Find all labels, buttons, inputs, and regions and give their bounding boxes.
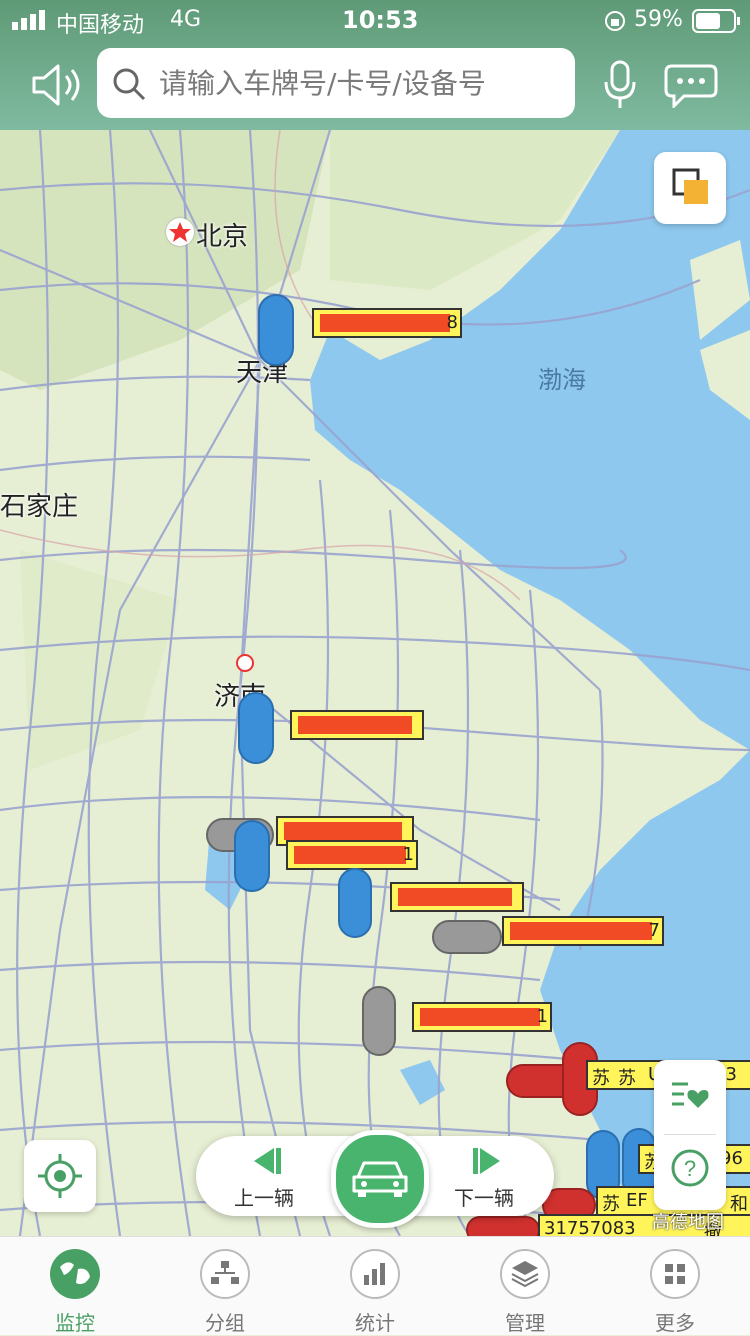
plate-text: EF (626, 1190, 648, 1211)
tab-manage[interactable]: 管理 (450, 1237, 600, 1335)
plate-text: 苏 (592, 1068, 610, 1089)
tab-label: 统计 (355, 1311, 395, 1335)
clock: 10:53 (342, 6, 419, 34)
tab-monitor[interactable]: 监控 (0, 1237, 150, 1335)
battery-percent: 59% (634, 7, 683, 32)
map-view[interactable]: 北京 天津 石家庄 济南 渤海 8 1 7 1 苏 苏 苏 96 苏 EF 和 … (0, 130, 750, 1236)
tab-statistics[interactable]: 统计 (300, 1237, 450, 1335)
plate-text: 31757083 (544, 1218, 636, 1236)
side-tools-panel: ? (654, 1060, 726, 1210)
redaction (320, 314, 450, 332)
status-bar: 中国移动 4G 10:53 59% (0, 0, 750, 42)
plate-text: 和 (730, 1194, 748, 1215)
vehicle-marker[interactable] (238, 692, 274, 764)
bar-chart-icon (350, 1249, 400, 1299)
plate-text: 苏 (618, 1068, 636, 1089)
map-attribution: 高德地图 (652, 1212, 724, 1233)
favorite-list-icon[interactable] (670, 1078, 710, 1114)
plate-label[interactable]: 1 (412, 1002, 552, 1032)
battery-icon (692, 9, 740, 33)
vehicle-marker[interactable] (258, 294, 294, 366)
plate-label[interactable] (390, 882, 524, 912)
orientation-lock-icon (605, 11, 625, 31)
plate-text: 1 (402, 844, 414, 865)
plate-text: 8 (446, 312, 458, 333)
locate-icon (38, 1154, 82, 1198)
vehicle-marker[interactable] (466, 1216, 540, 1236)
car-icon (352, 1161, 408, 1197)
city-label-shijiazhuang: 石家庄 (0, 492, 79, 522)
tab-label: 监控 (55, 1311, 95, 1335)
plate-text: 苏 (602, 1194, 620, 1215)
help-icon[interactable]: ? (670, 1148, 710, 1188)
vehicle-marker[interactable] (338, 868, 372, 938)
city-label-beijing: 北京 (196, 222, 249, 252)
prev-label: 上一辆 (234, 1186, 294, 1210)
search-input[interactable] (157, 62, 561, 104)
tab-more[interactable]: 更多 (600, 1237, 750, 1335)
search-icon (113, 68, 146, 101)
redaction (294, 846, 406, 864)
tab-label: 管理 (505, 1311, 545, 1335)
redaction (298, 716, 412, 734)
next-icon (473, 1148, 500, 1174)
vehicle-marker[interactable] (432, 920, 502, 954)
layers-icon (672, 168, 708, 204)
plate-text: 1 (536, 1006, 548, 1027)
vehicle-marker[interactable] (234, 820, 270, 892)
microphone-icon[interactable] (602, 60, 638, 110)
prev-vehicle-button[interactable]: 上一辆 (226, 1142, 306, 1212)
capital-star-icon (166, 218, 194, 246)
tab-label: 更多 (655, 1311, 695, 1335)
message-icon[interactable] (664, 62, 718, 108)
svg-text:?: ? (684, 1156, 696, 1181)
globe-icon (50, 1249, 100, 1299)
speaker-icon[interactable] (30, 62, 86, 108)
next-vehicle-button[interactable]: 下一辆 (448, 1142, 528, 1212)
plate-label[interactable]: 8 (312, 308, 462, 338)
next-label: 下一辆 (454, 1186, 514, 1210)
vehicle-marker[interactable] (362, 986, 396, 1056)
prev-icon (254, 1148, 281, 1174)
sea-label-bohai: 渤海 (538, 366, 586, 394)
plate-label[interactable]: 1 (286, 840, 418, 870)
locate-button[interactable] (24, 1140, 96, 1212)
carrier-label: 中国移动 (56, 13, 145, 38)
redaction (284, 822, 402, 840)
search-bar[interactable] (97, 48, 575, 118)
city-dot-icon (236, 654, 254, 672)
signal-icon (12, 10, 45, 30)
plate-text: 7 (648, 920, 660, 941)
network-label: 4G (170, 7, 202, 32)
redaction (510, 922, 652, 940)
bottom-tab-bar: 监控 分组 统计 管理 更多 (0, 1236, 750, 1335)
tab-label: 分组 (205, 1311, 245, 1335)
plate-label[interactable]: 7 (502, 916, 664, 946)
redaction (420, 1008, 540, 1026)
grid-icon (650, 1249, 700, 1299)
plate-label[interactable] (290, 710, 424, 740)
layers-icon (500, 1249, 550, 1299)
center-vehicle-button[interactable] (331, 1130, 429, 1228)
layer-toggle-button[interactable] (654, 152, 726, 224)
org-chart-icon (200, 1249, 250, 1299)
divider (664, 1134, 716, 1135)
redaction (398, 888, 512, 906)
tab-group[interactable]: 分组 (150, 1237, 300, 1335)
